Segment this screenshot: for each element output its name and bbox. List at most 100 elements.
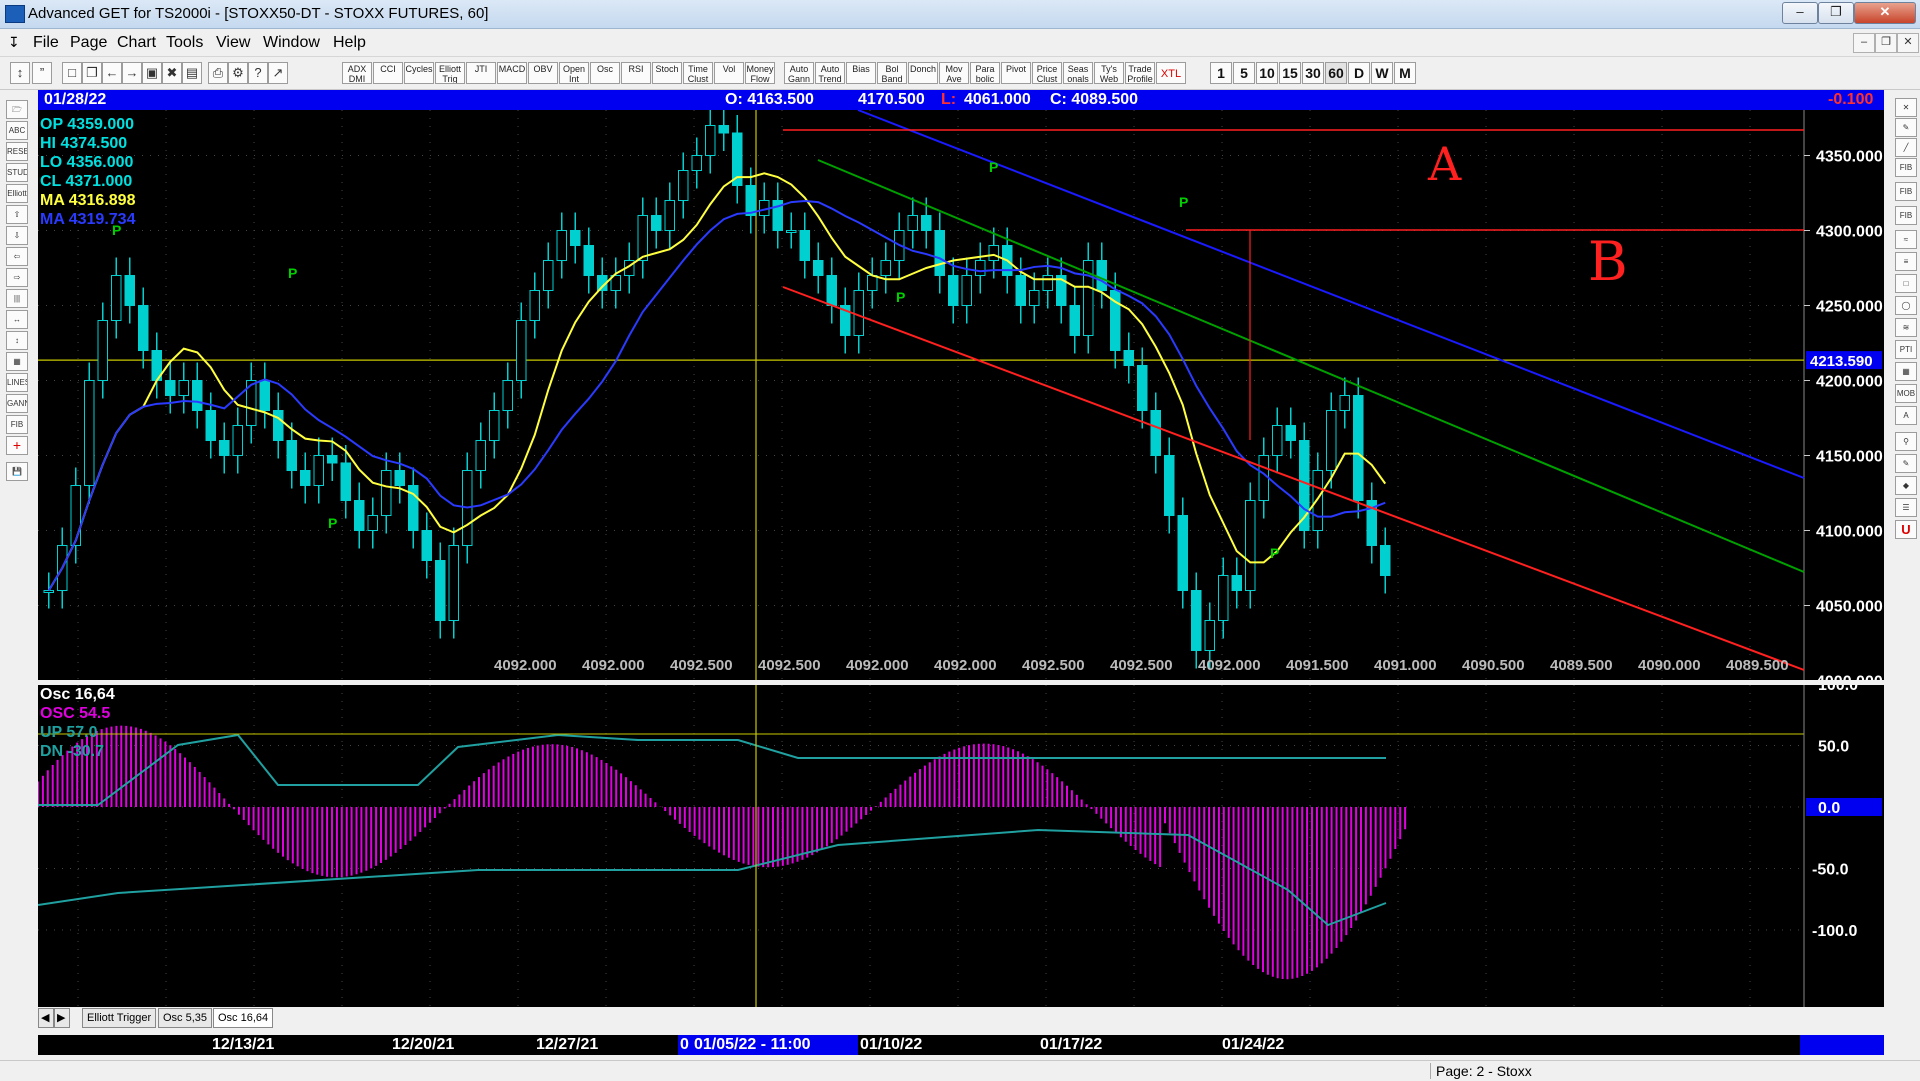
fib-icon[interactable]: FIB <box>6 415 28 434</box>
indicator-button-10[interactable]: Ty's Web <box>1094 62 1124 84</box>
lines-icon[interactable]: LINES <box>6 373 28 392</box>
study-button-6[interactable]: OBV <box>528 62 558 84</box>
wave-icon[interactable]: ≋ <box>1895 318 1917 337</box>
gann-icon[interactable]: GANN <box>6 394 28 413</box>
study-button-3[interactable]: Elliott Trig <box>435 62 465 84</box>
cross-icon[interactable]: + <box>6 436 28 455</box>
study-button-2[interactable]: Cycles <box>404 62 434 84</box>
mdi-restore-button[interactable]: ❐ <box>1875 33 1897 53</box>
fan-icon[interactable]: ≈ <box>1895 230 1917 249</box>
bars-icon[interactable]: ||| <box>6 289 28 308</box>
elliott-icon[interactable]: Elliott <box>6 184 28 203</box>
box-icon[interactable]: □ <box>1895 274 1917 293</box>
timeframe-button-1[interactable]: 1 <box>1210 62 1232 84</box>
indicator-button-0[interactable]: Auto Gann <box>784 62 814 84</box>
arrow-left-icon[interactable]: ⇦ <box>6 247 28 266</box>
tab-scroll-left-icon[interactable]: ◀ <box>38 1008 54 1028</box>
study-icon[interactable]: STUDY <box>6 163 28 182</box>
pencil-icon[interactable]: ✎ <box>1895 118 1917 137</box>
mdi-close-button[interactable]: ✕ <box>1897 33 1919 53</box>
menu-chart[interactable]: Chart <box>117 34 156 52</box>
diamond-icon[interactable]: ◆ <box>1895 476 1917 495</box>
table-icon[interactable]: ▦ <box>1895 362 1917 381</box>
indicator-button-12[interactable]: XTL <box>1156 62 1186 84</box>
timeframe-button-15[interactable]: 15 <box>1279 62 1301 84</box>
study-button-7[interactable]: Open Int <box>559 62 589 84</box>
fib-ret-icon[interactable]: FIB <box>1895 158 1917 177</box>
indicator-button-8[interactable]: Price Clust <box>1032 62 1062 84</box>
oscillator-panel[interactable]: 100.0 50.0 0.0 -50.0 -100.0 Osc 16,64 OSC 54… <box>38 685 1884 1007</box>
gear-icon[interactable]: ⚙ <box>228 62 248 84</box>
fib-time-icon[interactable]: FIB <box>1895 206 1917 225</box>
mob-icon[interactable]: MOB <box>1895 384 1917 403</box>
expand-icon[interactable]: ↔ <box>6 310 28 329</box>
indicator-button-11[interactable]: Trade Profile <box>1125 62 1155 84</box>
timeframe-button-M[interactable]: M <box>1394 62 1416 84</box>
forward-icon[interactable]: → <box>122 62 142 84</box>
delete-icon[interactable]: ✖ <box>162 62 182 84</box>
zoom-icon[interactable]: ▣ <box>142 62 162 84</box>
close-x-icon[interactable]: ✕ <box>1895 98 1917 117</box>
folder-icon[interactable]: 🗁 <box>6 100 28 119</box>
indicator-button-3[interactable]: Bol Band <box>877 62 907 84</box>
indicator-button-9[interactable]: Seas onals <box>1063 62 1093 84</box>
price-chart[interactable]: 4350.000 4300.000 4250.000 4200.000 4150.000… <box>38 110 1884 680</box>
study-button-5[interactable]: MACD <box>497 62 527 84</box>
new-icon[interactable]: □ <box>62 62 82 84</box>
help-icon[interactable]: ? <box>248 62 268 84</box>
study-button-1[interactable]: CCI <box>373 62 403 84</box>
timeframe-button-10[interactable]: 10 <box>1256 62 1278 84</box>
channel-icon[interactable]: ≡ <box>1895 252 1917 271</box>
indicator-button-4[interactable]: Donch <box>908 62 938 84</box>
letter-a-icon[interactable]: A <box>1895 406 1917 425</box>
mdi-minimize-button[interactable]: – <box>1853 33 1875 53</box>
tab-elliott-trigger[interactable]: Elliott Trigger <box>82 1008 157 1028</box>
magnifier-icon[interactable]: ⚲ <box>1895 432 1917 451</box>
reset-icon[interactable]: RESET <box>6 142 28 161</box>
context-help-icon[interactable]: ↗ <box>268 62 288 84</box>
print-icon[interactable]: ⎙ <box>208 62 228 84</box>
paint-icon[interactable]: ✎ <box>1895 454 1917 473</box>
close-button[interactable]: ✕ <box>1854 2 1916 24</box>
study-button-11[interactable]: Time Clust <box>683 62 713 84</box>
pti-icon[interactable]: PTI <box>1895 340 1917 359</box>
study-button-9[interactable]: RSI <box>621 62 651 84</box>
ellipse-icon[interactable]: ◯ <box>1895 296 1917 315</box>
menu-help[interactable]: Help <box>333 34 366 52</box>
copy-icon[interactable]: ❐ <box>82 62 102 84</box>
window-icon[interactable]: ▤ <box>182 62 202 84</box>
undo-icon[interactable]: U <box>1895 520 1917 539</box>
study-button-10[interactable]: Stoch <box>652 62 682 84</box>
menu-window[interactable]: Window <box>263 34 320 52</box>
indicator-button-5[interactable]: Mov Ave <box>939 62 969 84</box>
study-button-13[interactable]: Money Flow <box>745 62 775 84</box>
timeframe-button-30[interactable]: 30 <box>1302 62 1324 84</box>
maximize-button[interactable]: ❐ <box>1818 2 1854 24</box>
timeframe-button-D[interactable]: D <box>1348 62 1370 84</box>
menu-tools[interactable]: Tools <box>166 34 203 52</box>
indicator-button-6[interactable]: Para bolic <box>970 62 1000 84</box>
timeframe-button-W[interactable]: W <box>1371 62 1393 84</box>
menu-file[interactable]: File <box>33 34 59 52</box>
arrow-down-icon[interactable]: ⇩ <box>6 226 28 245</box>
abc-icon[interactable]: ABC <box>6 121 28 140</box>
tab-osc-16-64[interactable]: Osc 16,64 <box>213 1008 274 1028</box>
indicator-button-7[interactable]: Pivot <box>1001 62 1031 84</box>
price-chart-canvas[interactable]: 4350.000 4300.000 4250.000 4200.000 4150.000… <box>38 110 1884 680</box>
timeframe-button-60[interactable]: 60 <box>1325 62 1347 84</box>
list-icon[interactable]: ☰ <box>1895 498 1917 517</box>
study-button-12[interactable]: Vol <box>714 62 744 84</box>
arrow-right-icon[interactable]: ⇨ <box>6 268 28 287</box>
timeframe-button-5[interactable]: 5 <box>1233 62 1255 84</box>
save-icon[interactable]: 💾 <box>6 462 28 481</box>
fib-ext-icon[interactable]: FIB <box>1895 182 1917 201</box>
indicator-button-2[interactable]: Bias <box>846 62 876 84</box>
quote-icon[interactable]: ” <box>32 62 52 84</box>
indicator-button-1[interactable]: Auto Trend <box>815 62 845 84</box>
line-icon[interactable]: ╱ <box>1895 138 1917 157</box>
arrow-up-icon[interactable]: ⇧ <box>6 205 28 224</box>
menu-view[interactable]: View <box>216 34 250 52</box>
menu-page[interactable]: Page <box>70 34 107 52</box>
tab-osc-5-35[interactable]: Osc 5,35 <box>158 1008 213 1028</box>
oscillator-canvas[interactable]: 100.0 50.0 0.0 -50.0 -100.0 <box>38 685 1884 1007</box>
